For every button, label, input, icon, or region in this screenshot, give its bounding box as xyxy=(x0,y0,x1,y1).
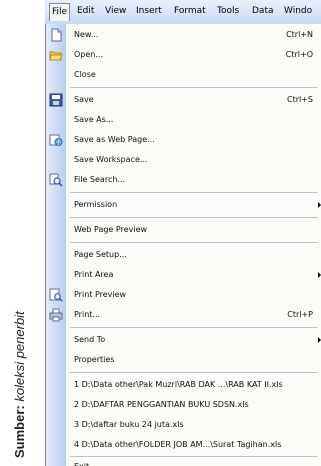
menu-format[interactable]: Format xyxy=(172,3,208,20)
menu-item-permission-label: Permission xyxy=(74,200,118,209)
menu-item-save-workspace-label: Save Workspace... xyxy=(74,155,148,164)
menu-separator xyxy=(70,372,318,373)
menu-item-close-label: Close xyxy=(74,70,96,79)
web-page-icon xyxy=(49,134,63,146)
menu-item-print-area[interactable]: Print Area xyxy=(46,266,321,284)
menu-item-open[interactable]: Open... Ctrl+O xyxy=(46,46,321,64)
new-document-icon xyxy=(51,28,62,42)
menu-item-send-to-label: Send To xyxy=(74,335,106,344)
menu-item-save-label: Save xyxy=(74,95,94,104)
menu-item-permission[interactable]: Permission xyxy=(46,196,321,214)
menu-separator xyxy=(70,192,318,193)
menu-item-properties[interactable]: Properties xyxy=(46,351,321,369)
recent-file-label: 4 D:\Data other\FOLDER JOB AM...\Surat T… xyxy=(74,440,282,449)
file-search-icon xyxy=(49,173,63,187)
printer-icon xyxy=(49,308,63,322)
print-preview-icon xyxy=(49,288,63,302)
menu-item-web-page-preview-label: Web Page Preview xyxy=(74,225,148,234)
menu-item-save-workspace[interactable]: Save Workspace... xyxy=(46,151,321,169)
menu-item-new[interactable]: New... Ctrl+N xyxy=(46,26,321,44)
menu-item-page-setup-label: Page Setup... xyxy=(74,250,127,259)
menu-item-print-shortcut: Ctrl+P xyxy=(287,310,313,319)
menu-view[interactable]: View xyxy=(103,3,128,20)
menu-item-exit[interactable]: Exit xyxy=(46,458,321,466)
menu-item-file-search[interactable]: File Search... xyxy=(46,171,321,189)
menu-separator xyxy=(70,217,318,218)
source-caption: Sumber: koleksi penerbit xyxy=(0,0,40,466)
menu-item-new-label: New... xyxy=(74,30,99,39)
menu-item-save-web-page[interactable]: Save as Web Page... xyxy=(46,131,321,149)
menu-file[interactable]: File xyxy=(49,3,71,21)
menu-item-print-label: Print... xyxy=(74,310,101,319)
menu-item-print-area-label: Print Area xyxy=(74,270,114,279)
menu-tools[interactable]: Tools xyxy=(215,3,241,20)
recent-file-4[interactable]: 4 D:\Data other\FOLDER JOB AM...\Surat T… xyxy=(46,436,321,454)
recent-file-label: 1 D:\Data other\Pak Muzri\RAB DAK ...\RA… xyxy=(74,380,283,389)
menu-separator xyxy=(70,456,318,457)
menu-item-open-shortcut: Ctrl+O xyxy=(285,50,313,59)
recent-file-1[interactable]: 1 D:\Data other\Pak Muzri\RAB DAK ...\RA… xyxy=(46,376,321,394)
menu-item-save-web-page-label: Save as Web Page... xyxy=(74,135,155,144)
menu-item-page-setup[interactable]: Page Setup... xyxy=(46,246,321,264)
menu-item-print[interactable]: Print... Ctrl+P xyxy=(46,306,321,324)
menu-bar: File Edit View Insert Format Tools Data … xyxy=(45,0,321,25)
menu-separator xyxy=(70,327,318,328)
menu-item-exit-label: Exit xyxy=(74,458,89,466)
menu-insert[interactable]: Insert xyxy=(134,3,164,20)
source-caption-text: Sumber: koleksi penerbit xyxy=(10,158,30,458)
open-folder-icon xyxy=(49,51,63,61)
menu-item-close[interactable]: Close xyxy=(46,66,321,84)
menu-separator xyxy=(70,87,318,88)
caption-bold: Sumber: xyxy=(12,405,27,458)
menu-item-send-to[interactable]: Send To xyxy=(46,331,321,349)
menu-item-print-preview[interactable]: Print Preview xyxy=(46,286,321,304)
menu-edit[interactable]: Edit xyxy=(75,3,96,20)
menu-item-new-shortcut: Ctrl+N xyxy=(286,30,313,39)
recent-file-label: 2 D:\DAFTAR PENGGANTIAN BUKU SDSN.xls xyxy=(74,400,249,409)
menu-window[interactable]: Windo xyxy=(282,3,314,20)
recent-file-label: 3 D:\daftar buku 24 juta.xls xyxy=(74,420,184,429)
menu-separator xyxy=(70,242,318,243)
menu-item-properties-label: Properties xyxy=(74,355,115,364)
menu-item-save-as[interactable]: Save As... xyxy=(46,111,321,129)
menu-item-web-page-preview[interactable]: Web Page Preview xyxy=(46,221,321,239)
recent-file-3[interactable]: 3 D:\daftar buku 24 juta.xls xyxy=(46,416,321,434)
menu-item-file-search-label: File Search... xyxy=(74,175,126,184)
menu-item-save-as-label: Save As... xyxy=(74,115,114,124)
caption-italic: koleksi penerbit xyxy=(12,311,27,402)
save-disk-icon xyxy=(49,93,63,107)
menu-item-open-label: Open... xyxy=(74,50,103,59)
recent-file-2[interactable]: 2 D:\DAFTAR PENGGANTIAN BUKU SDSN.xls xyxy=(46,396,321,414)
menu-item-save-shortcut: Ctrl+S xyxy=(286,95,313,104)
menu-data[interactable]: Data xyxy=(250,3,276,20)
menu-item-print-preview-label: Print Preview xyxy=(74,290,127,299)
file-menu: New... Ctrl+N Open... Ctrl+O Close Save xyxy=(45,24,321,466)
excel-window: File Edit View Insert Format Tools Data … xyxy=(45,0,321,466)
menu-item-save[interactable]: Save Ctrl+S xyxy=(46,91,321,109)
